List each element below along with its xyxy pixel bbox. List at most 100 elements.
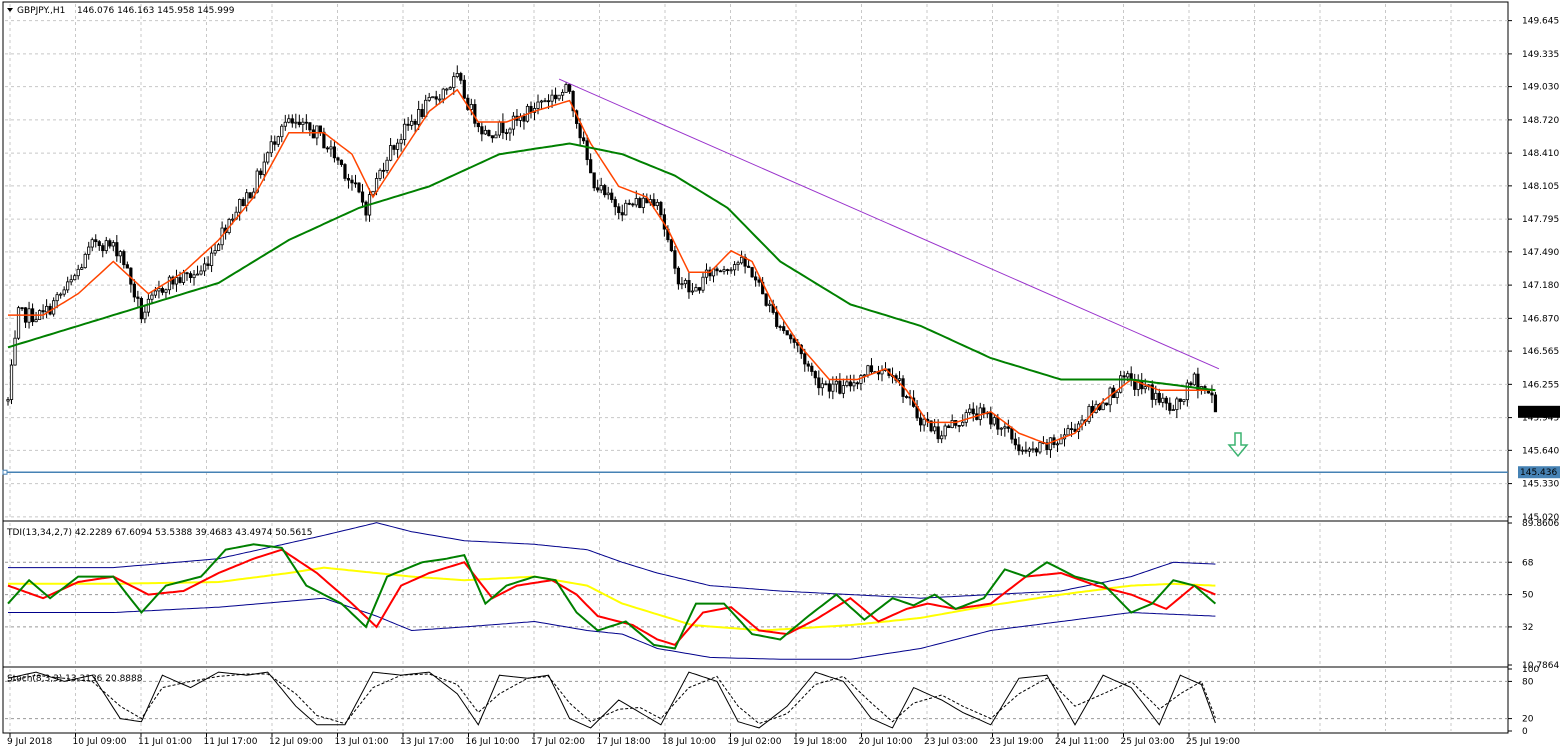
candle-body [683,280,688,285]
x-tick-label: 25 Jul 19:00 [1186,737,1240,747]
candle-body [202,263,207,272]
candle-body [996,417,1000,430]
candle-body [318,125,322,133]
candle [638,196,642,209]
candle-body [399,139,403,144]
candle-body [259,170,263,176]
candle [487,129,491,137]
candle-body [536,101,540,109]
candle-body [90,239,94,248]
candle-body [1122,375,1126,378]
candle-body [273,141,277,145]
candle-body [336,157,340,161]
candle-body [381,169,386,172]
candle [83,252,87,269]
candle-body [1140,380,1144,390]
candle-body [855,382,860,385]
candle-body [487,129,491,137]
candle-body [834,380,838,385]
candle [431,96,435,99]
candle-body [592,172,596,189]
candle-body [188,273,193,279]
candle-body [304,121,308,124]
candle [750,266,754,278]
candle-body [673,250,677,269]
x-tick-label: 17 Jul 18:00 [597,737,651,747]
candle-body [195,273,200,276]
candle-body [971,408,975,415]
candle-body [59,293,63,296]
candle-body [76,268,80,277]
candle-body [329,146,333,150]
candle [357,182,361,194]
candle-body [290,118,294,124]
candle [16,305,21,340]
candle-body [739,256,744,264]
candle-body [1003,426,1007,429]
y-tick-label: 146.565 [1522,347,1559,357]
candle-body [1119,375,1123,393]
candle-body [680,283,684,286]
candle-body [553,94,558,100]
candle-body [982,407,986,414]
candle [9,359,14,405]
y-tick-label: 147.490 [1522,248,1559,258]
candle-body [280,125,284,138]
candle-body [546,100,551,103]
candle-body [122,251,126,266]
candle-body [9,364,14,400]
candle-body [936,426,940,440]
candle [139,296,143,324]
candle-body [978,407,982,420]
candle-body [108,240,112,247]
candle-body [1192,373,1196,386]
candle-body [501,121,505,134]
candle-body [904,396,909,398]
tdi-tick-label: 50 [1522,591,1534,601]
candle-body [1115,391,1119,398]
candle-body [947,425,951,429]
candle-body [933,426,937,432]
candle-body [125,264,129,269]
candle-body [216,244,221,251]
tdi-tick-label: 68 [1522,558,1534,568]
candle-body [445,88,449,91]
candle-body [1031,448,1035,451]
x-tick-label: 19 Jul 02:00 [728,737,782,747]
candle-body [641,197,645,208]
candle-body [392,145,396,150]
candle-body [557,94,561,100]
x-tick-label: 25 Jul 03:00 [1121,737,1175,747]
candle-body [852,382,856,387]
candle-body [806,363,810,367]
candle-body [940,435,944,440]
candle-body [262,161,266,176]
candle-body [45,305,49,313]
candle-body [1105,402,1109,406]
candle-body [62,289,66,295]
candle-body [782,326,786,332]
candle-body [687,280,691,293]
candle-body [417,109,421,125]
candle-body [34,319,38,323]
candle-body [427,96,431,101]
candle-body [827,383,831,392]
candle-body [55,294,59,302]
candle-body [841,385,845,394]
candle-body [80,267,84,270]
candle-body [297,121,301,125]
candle-body [508,128,512,134]
candle-body [897,378,902,381]
x-tick-label: 12 Jul 09:00 [269,737,323,747]
candle-body [669,239,673,252]
candle-body [820,383,824,389]
candle-body [1175,398,1179,410]
candle-body [385,159,389,171]
candle-body [606,192,610,196]
candle [764,293,768,307]
candle-body [150,294,154,300]
candle-body [241,199,245,206]
candle [1192,372,1196,386]
candle-body [543,100,547,103]
x-tick-label: 20 Jul 10:00 [859,737,913,747]
